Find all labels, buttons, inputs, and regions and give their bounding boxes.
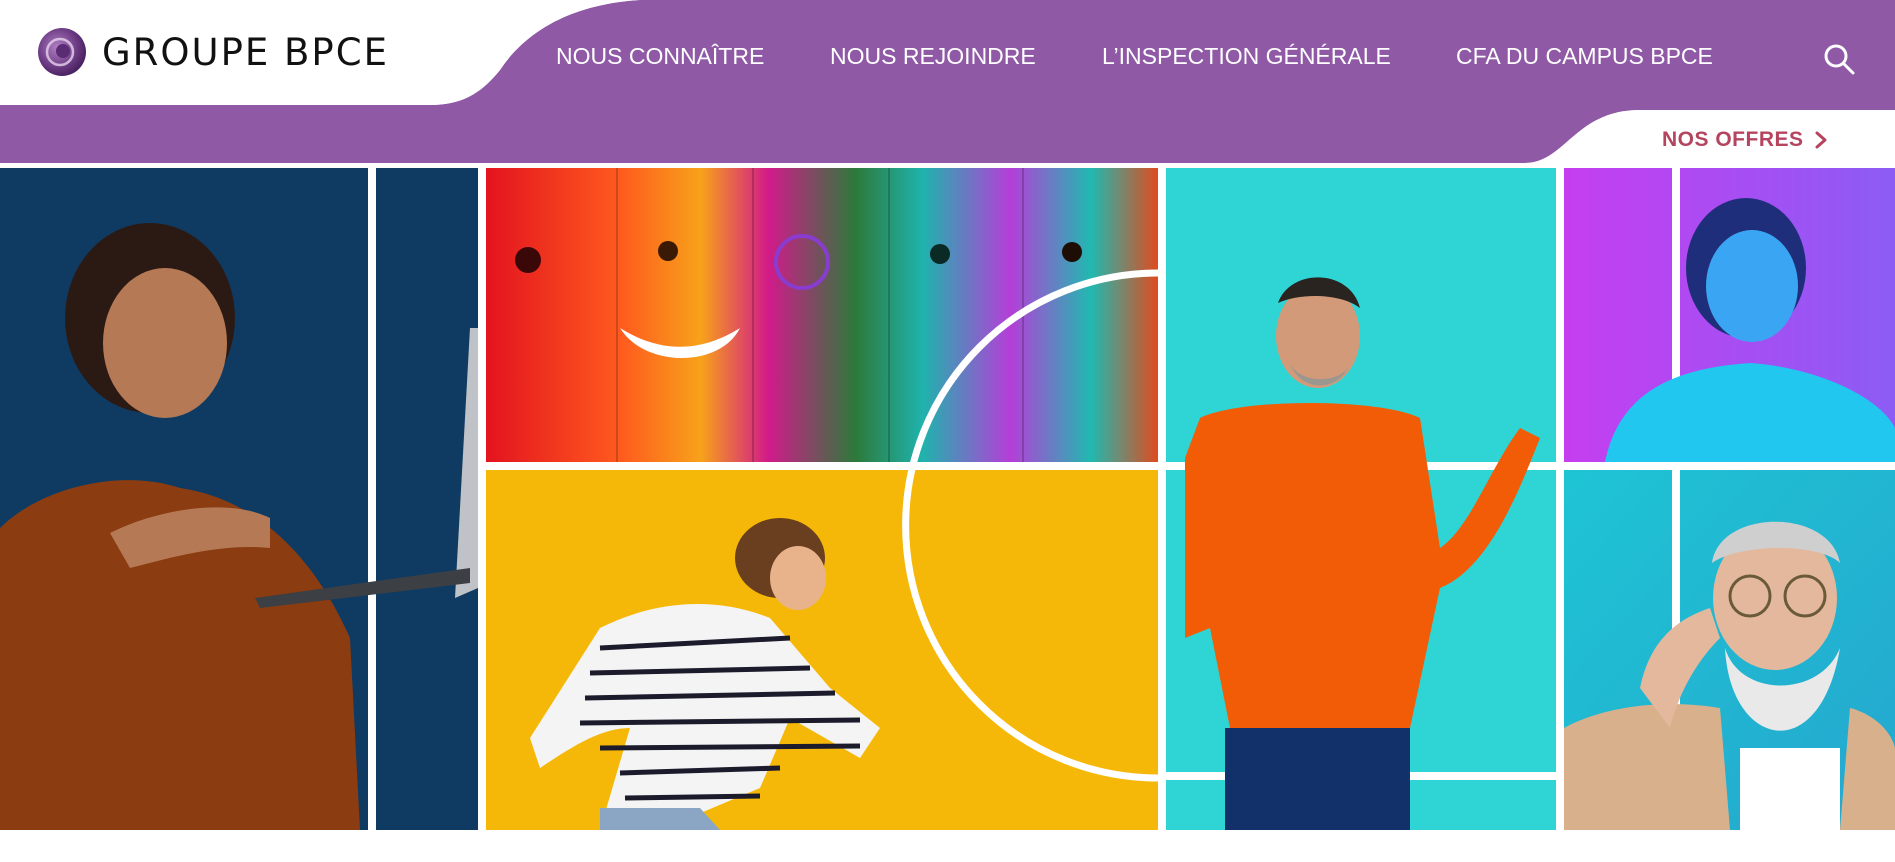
- nav-item-nous-rejoindre[interactable]: NOUS REJOINDRE: [830, 43, 1036, 70]
- search-button[interactable]: [1822, 42, 1856, 76]
- nav-item-nous-connaitre[interactable]: NOUS CONNAÎTRE: [556, 43, 764, 70]
- hero-collage: [0, 168, 1895, 830]
- brand-logo[interactable]: GROUPE BPCE: [36, 26, 389, 78]
- nos-offres-link[interactable]: NOS OFFRES: [1662, 128, 1828, 152]
- brand-name: GROUPE BPCE: [102, 30, 389, 74]
- nav-item-inspection-generale[interactable]: L’INSPECTION GÉNÉRALE: [1102, 43, 1391, 70]
- nos-offres-label: NOS OFFRES: [1662, 128, 1804, 151]
- hero-collage-image: [0, 168, 1895, 830]
- nav-item-cfa-campus[interactable]: CFA DU CAMPUS BPCE: [1456, 43, 1713, 70]
- chevron-right-icon: [1815, 131, 1827, 149]
- bpce-logo-icon: [38, 28, 86, 76]
- header-background: [0, 0, 1895, 163]
- site-header: GROUPE BPCE NOUS CONNAÎTRE NOUS REJOINDR…: [0, 0, 1895, 165]
- panel-faces: [486, 168, 1158, 462]
- search-icon: [1824, 44, 1855, 75]
